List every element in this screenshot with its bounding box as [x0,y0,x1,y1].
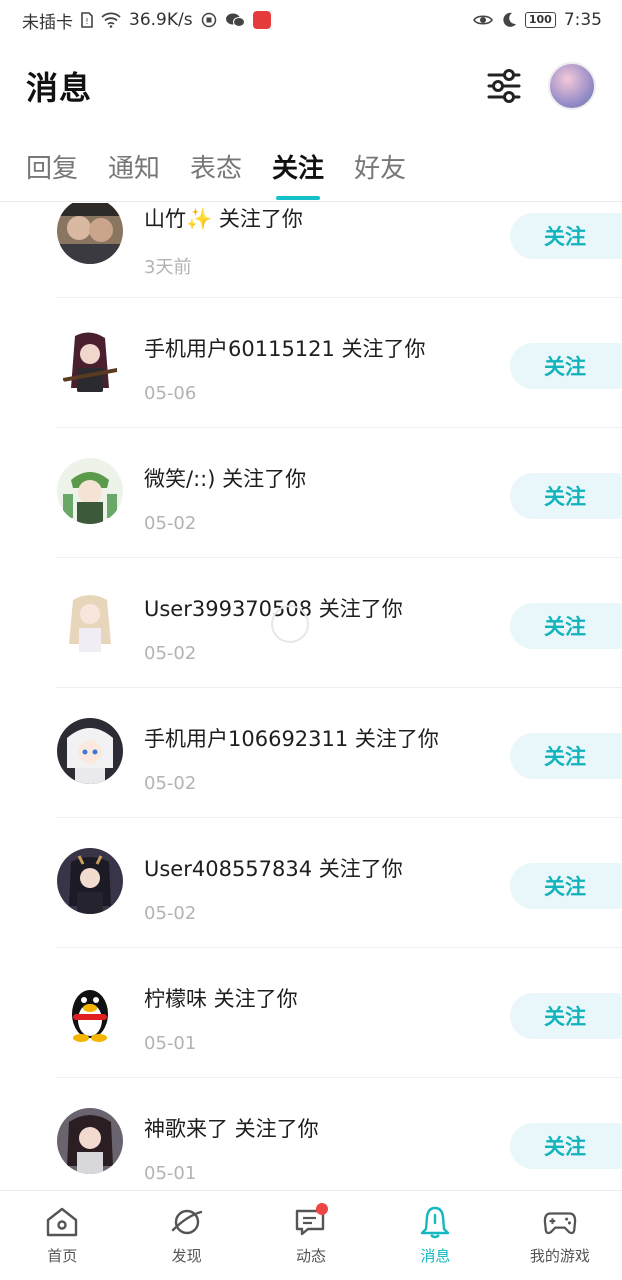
notification-time: 05-01 [144,1033,197,1054]
nav-label: 发现 [171,1247,202,1265]
battery-indicator: 100 [524,12,556,28]
nav-label: 动态 [296,1247,327,1265]
avatar[interactable] [57,588,123,654]
bell-icon [418,1205,452,1239]
planet-icon [170,1205,204,1239]
follow-button[interactable]: 关注 [510,343,622,389]
clock: 7:35 [563,10,602,30]
list-item[interactable]: User408557834 关注了你 05-02 关注 [0,818,622,948]
notification-time: 05-02 [144,513,197,534]
follow-button[interactable]: 关注 [510,863,622,909]
avatar[interactable] [57,848,123,914]
tab-follow[interactable]: 关注 [272,132,324,202]
sim-icon: ! [81,12,93,28]
eye-icon [472,13,493,27]
notification-text: 柠檬味 关注了你 [144,987,298,1011]
tab-reply[interactable]: 回复 [26,132,78,202]
message-tabs: 回复 通知 表态 关注 好友 [0,132,622,202]
notification-time: 3天前 [144,257,192,278]
notification-text: 神歌来了 关注了你 [144,1117,319,1141]
tab-notify[interactable]: 通知 [108,132,160,202]
nav-feed[interactable]: 动态 [249,1191,373,1280]
list-item[interactable]: 神歌来了 关注了你 05-01 关注 [0,1078,622,1190]
list-item[interactable]: 手机用户60115121 关注了你 05-06 关注 [0,298,622,428]
list-item[interactable]: User399370508 关注了你 05-02 关注 [0,558,622,688]
moon-icon [501,12,517,28]
list-item[interactable]: 手机用户106692311 关注了你 05-02 关注 [0,688,622,818]
follow-notification-list[interactable]: 山竹✨ 关注了你 3天前 关注 手机用户60115121 关注了你 05-06 … [0,203,622,1190]
nav-label: 消息 [420,1247,451,1265]
nav-my-games[interactable]: 我的游戏 [498,1191,622,1280]
list-item[interactable]: 山竹✨ 关注了你 3天前 关注 [0,203,622,298]
gamepad-icon [543,1205,577,1239]
carrier-label: 未插卡 [22,12,73,33]
avatar[interactable] [57,458,123,524]
nav-messages[interactable]: 消息 [373,1191,497,1280]
notification-time: 05-01 [144,1163,197,1184]
nav-home[interactable]: 首页 [0,1191,124,1280]
follow-button[interactable]: 关注 [510,213,622,259]
follow-button[interactable]: 关注 [510,473,622,519]
status-bar: 未插卡 ! 36.9K/s 100 7:35 [0,0,622,40]
follow-button[interactable]: 关注 [510,733,622,779]
network-speed: 36.9K/s [129,10,193,30]
filter-button[interactable] [486,68,522,104]
tab-friends[interactable]: 好友 [354,132,406,202]
avatar[interactable] [57,978,123,1044]
sliders-icon [487,69,521,103]
notification-time: 05-02 [144,643,197,664]
nav-discover[interactable]: 发现 [124,1191,248,1280]
notification-text: 微笑/::) 关注了你 [144,467,307,491]
bottom-nav: 首页 发现 动态 消息 我的游戏 [0,1190,622,1280]
notification-text: 山竹✨ 关注了你 [144,207,303,231]
page-title: 消息 [26,69,93,107]
record-icon [201,12,217,28]
tab-reaction[interactable]: 表态 [190,132,242,202]
loading-spinner [271,605,309,643]
notification-time: 05-06 [144,383,197,404]
wifi-icon [101,12,121,28]
list-item[interactable]: 柠檬味 关注了你 05-01 关注 [0,948,622,1078]
notification-time: 05-02 [144,903,197,924]
unread-badge [316,1203,329,1215]
follow-button[interactable]: 关注 [510,1123,622,1169]
list-item[interactable]: 微笑/::) 关注了你 05-02 关注 [0,428,622,558]
header: 消息 [0,48,622,124]
notification-text: 手机用户106692311 关注了你 [144,727,439,751]
follow-button[interactable]: 关注 [510,993,622,1039]
nav-label: 首页 [47,1247,78,1265]
avatar[interactable] [57,203,123,264]
wechat-icon [225,12,245,28]
nav-label: 我的游戏 [529,1247,590,1265]
home-icon [45,1205,79,1239]
notification-time: 05-02 [144,773,197,794]
avatar[interactable] [57,1108,123,1174]
avatar[interactable] [57,328,123,394]
notification-text: User408557834 关注了你 [144,857,403,881]
avatar[interactable] [57,718,123,784]
chat-icon [294,1203,329,1239]
notification-text: 手机用户60115121 关注了你 [144,337,426,361]
app-notification-icon [252,11,271,29]
user-avatar[interactable] [548,62,596,110]
svg-text:!: ! [85,17,88,26]
follow-button[interactable]: 关注 [510,603,622,649]
